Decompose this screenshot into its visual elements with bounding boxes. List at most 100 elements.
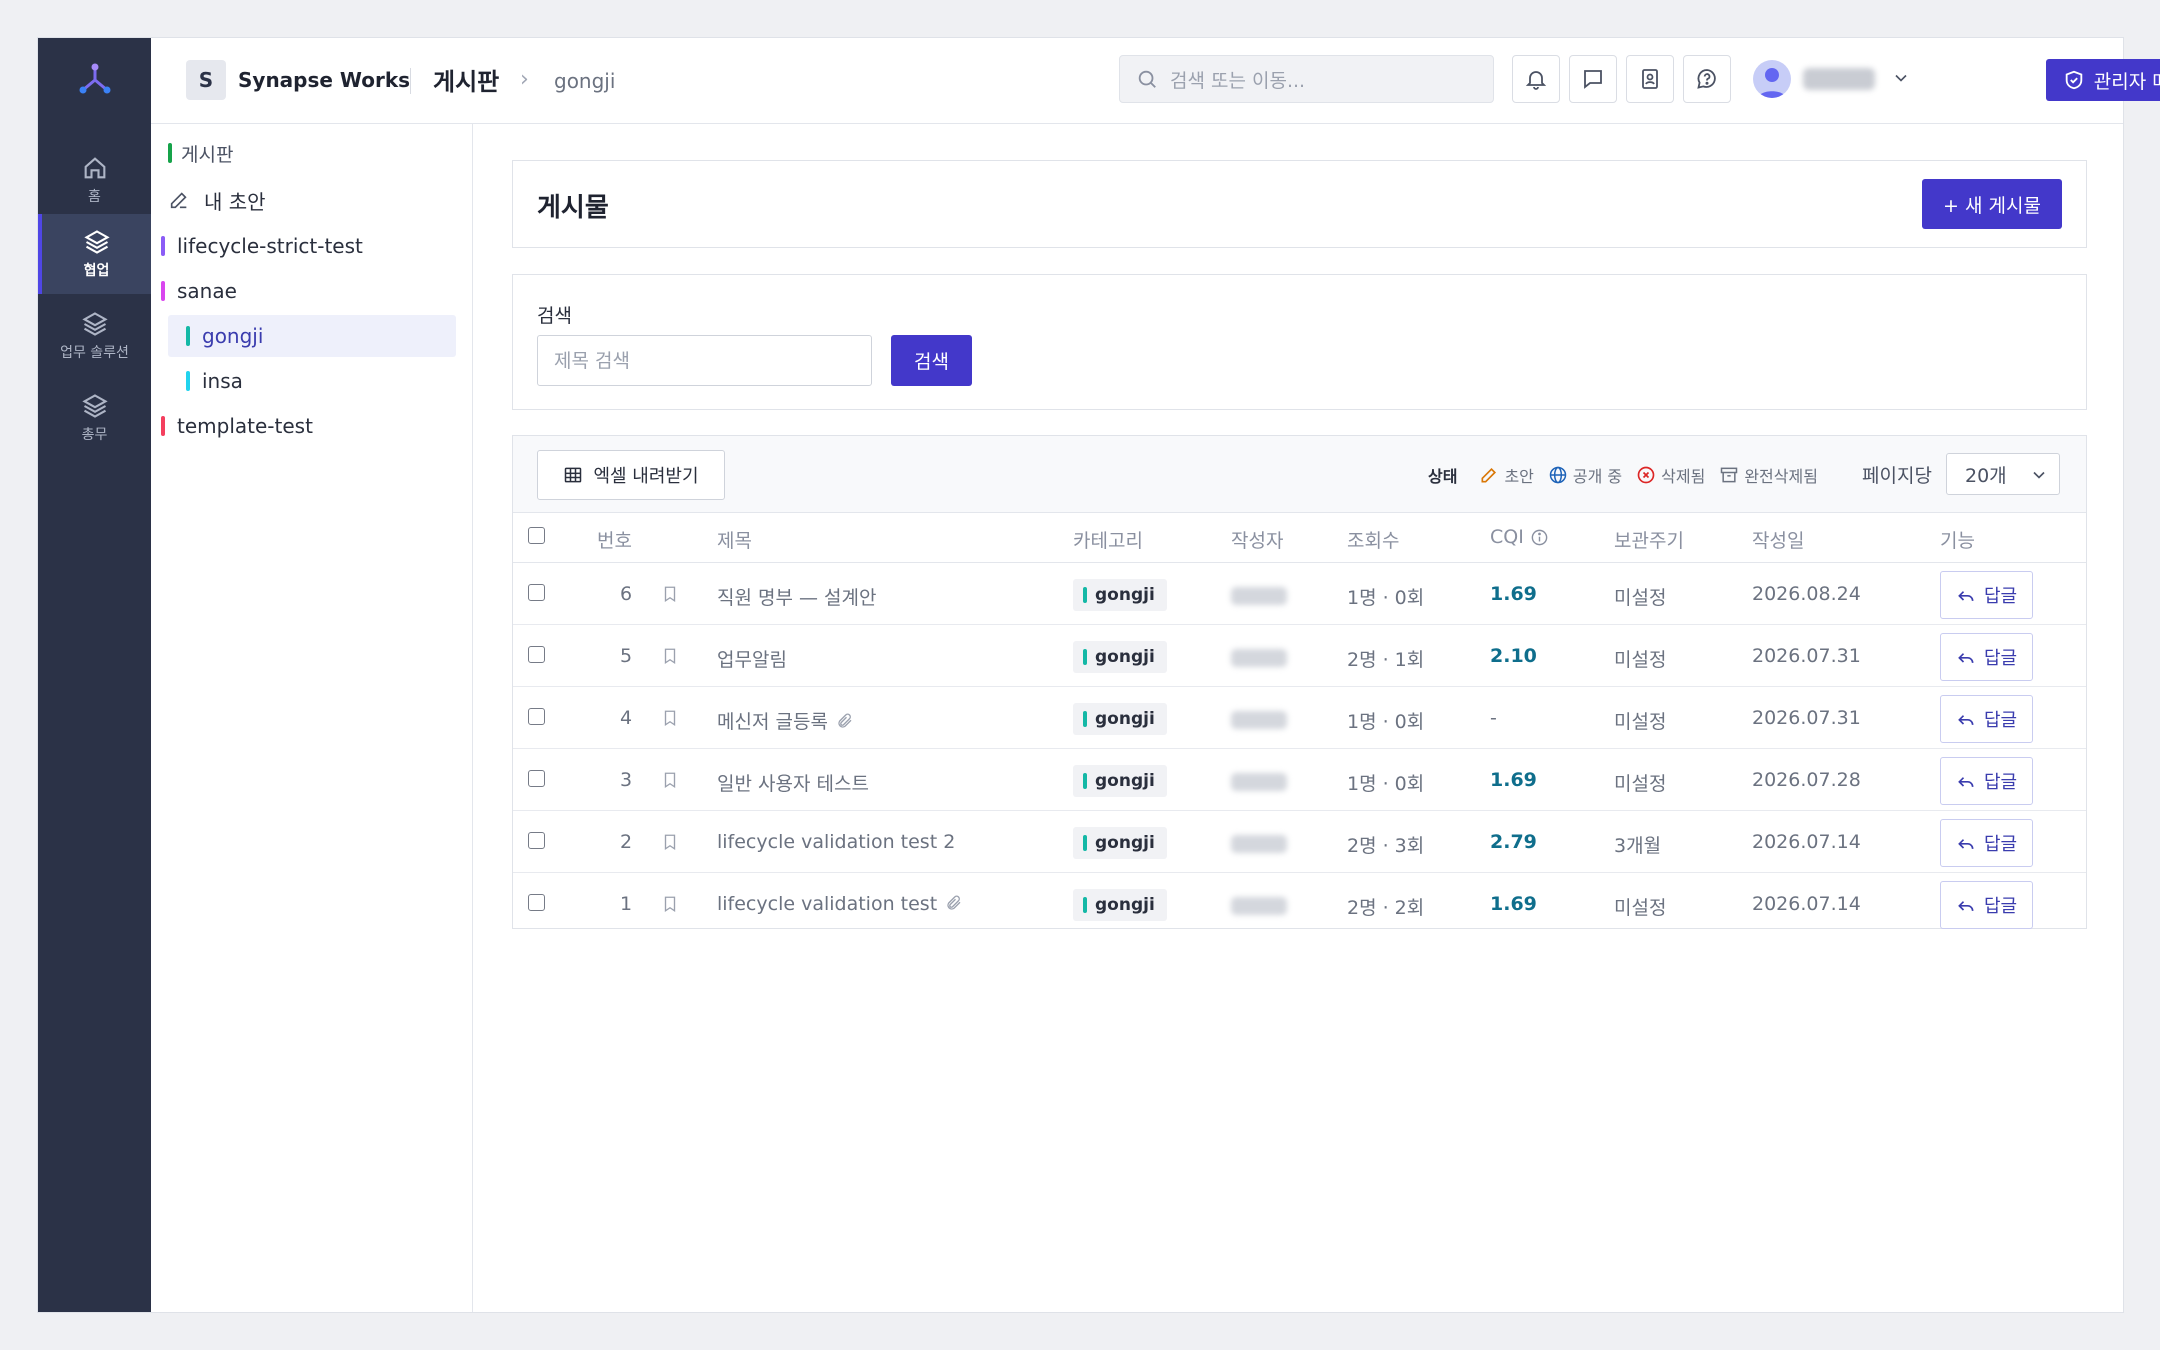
search-icon [1138,70,1156,88]
post-title-link[interactable]: lifecycle validation test 2 [717,831,955,853]
table-row[interactable]: 6 직원 명부 — 설계안 gongji 1명 · 0회 1.69 미설정 20… [513,564,2086,625]
category-badge: gongji [1073,889,1167,921]
sidebar-color-bar [186,371,190,391]
rail-item-collab[interactable]: 협업 [38,214,151,294]
workspace-name[interactable]: Synapse Works [238,68,410,92]
table-row[interactable]: 1 lifecycle validation test gongji 2명 · … [513,874,2086,935]
sidebar-item-template-test[interactable]: template-test [161,405,449,447]
reply-button[interactable]: 답글 [1940,695,2033,743]
status-legend: 상태 초안 공개 중 삭제됨 완전삭제됨 [1428,463,1818,487]
category-badge: gongji [1073,703,1167,735]
column-header-retention[interactable]: 보관주기 [1614,526,1684,553]
legend-draft: 초안 [1479,463,1534,487]
reply-label: 답글 [1983,896,2018,917]
post-title-link[interactable]: 직원 명부 — 설계안 [717,583,876,610]
bookmark-icon[interactable] [661,708,679,728]
posts-table-card: 엑셀 내려받기 상태 초안 공개 중 삭제됨 완전삭제됨 페이지당 20개 번호… [512,435,2087,929]
table-row[interactable]: 5 업무알림 gongji 2명 · 1회 2.10 미설정 2026.07.3… [513,626,2086,687]
pencil-icon [1481,467,1497,483]
app-rail: 홈 협업 업무 솔루션 총무 [38,38,151,1312]
breadcrumb[interactable]: gongji [554,69,615,93]
sidebar-item-board-root[interactable]: 게시판 [168,132,456,174]
table-row[interactable]: 3 일반 사용자 테스트 gongji 1명 · 0회 1.69 미설정 202… [513,750,2086,811]
excel-download-button[interactable]: 엑셀 내려받기 [537,450,725,500]
reply-button[interactable]: 답글 [1940,633,2033,681]
help-button[interactable] [1683,55,1731,103]
reply-arrow-icon [1958,715,1974,725]
column-header-views[interactable]: 조회수 [1347,526,1399,553]
sidebar-item-label: sanae [177,279,237,303]
admin-menu-button[interactable]: 관리자 메뉴 [2046,59,2160,101]
chevron-down-icon[interactable] [1891,68,1911,92]
messages-button[interactable] [1569,55,1617,103]
retention-value: 3개월 [1614,835,1662,857]
row-checkbox[interactable] [528,832,545,849]
column-header-date[interactable]: 작성일 [1752,526,1804,553]
page-title[interactable]: 게시판 [433,62,499,97]
rail-item-general-affairs[interactable]: 총무 [38,378,151,458]
avatar[interactable] [1753,60,1791,98]
info-icon[interactable] [1530,528,1549,547]
row-checkbox[interactable] [528,584,545,601]
contacts-button[interactable] [1626,55,1674,103]
sidebar-item-lifecycle-strict-test[interactable]: lifecycle-strict-test [161,225,449,267]
select-all-checkbox[interactable] [528,527,545,544]
rail-item-business-solution[interactable]: 업무 솔루션 [38,296,151,376]
reply-label: 답글 [1983,648,2018,669]
column-header-category[interactable]: 카테고리 [1073,526,1143,553]
post-title-link[interactable]: 업무알림 [717,645,787,672]
author-redacted [1231,587,1287,605]
reply-button[interactable]: 답글 [1940,571,2033,619]
column-header-cqi[interactable]: CQI [1490,526,1549,548]
bookmark-icon[interactable] [661,894,679,914]
per-page-select[interactable]: 20개 [1946,453,2060,495]
created-date: 2026.07.31 [1752,707,1861,729]
global-search-input[interactable]: 검색 또는 이동... [1119,55,1494,103]
user-name-redacted[interactable] [1803,68,1875,90]
post-title-link[interactable]: 일반 사용자 테스트 [717,769,869,796]
post-title-link[interactable]: 메신저 글등록 [717,707,854,734]
app-logo-icon[interactable] [38,58,151,102]
reply-button[interactable]: 답글 [1940,757,2033,805]
rail-item-home[interactable]: 홈 [38,140,151,220]
spreadsheet-icon [565,467,582,483]
per-page-label: 페이지당 [1862,465,1932,487]
reply-button[interactable]: 답글 [1940,819,2033,867]
paperclip-icon [838,713,852,728]
post-title-link[interactable]: lifecycle validation test [717,893,963,915]
sidebar-item-insa[interactable]: insa [168,360,456,402]
layers-icon [81,312,108,336]
bookmark-icon[interactable] [661,584,679,604]
reply-button[interactable]: 답글 [1940,881,2033,929]
cqi-value: 2.79 [1490,831,1537,853]
bookmark-icon[interactable] [661,646,679,666]
row-checkbox[interactable] [528,646,545,663]
row-checkbox[interactable] [528,770,545,787]
view-count: 2명 · 1회 [1347,649,1425,671]
sidebar-item-sanae[interactable]: sanae [161,270,449,312]
bookmark-icon[interactable] [661,770,679,790]
view-count: 1명 · 0회 [1347,711,1425,733]
global-search-placeholder: 검색 또는 이동... [1170,69,1306,92]
title-search-input[interactable] [537,335,872,386]
table-row[interactable]: 4 메신저 글등록 gongji 1명 · 0회 - 미설정 2026.07.3… [513,688,2086,749]
column-header-author[interactable]: 작성자 [1231,526,1283,553]
notifications-button[interactable] [1512,55,1560,103]
row-checkbox[interactable] [528,708,545,725]
search-button[interactable]: 검색 [891,335,972,386]
table-row[interactable]: 2 lifecycle validation test 2 gongji 2명 … [513,812,2086,873]
sidebar-item-gongji[interactable]: gongji [168,315,456,357]
legend-public: 공개 중 [1548,463,1622,487]
new-post-button[interactable]: + 새 게시물 [1922,179,2062,229]
row-checkbox[interactable] [528,894,545,911]
x-circle-icon [1637,466,1655,484]
workspace-logo[interactable]: S [186,60,226,100]
view-count: 1명 · 0회 [1347,587,1425,609]
app-window: 홈 협업 업무 솔루션 총무 S Synapse Works 게시판 › gon… [37,37,2160,1313]
sidebar-item-my-drafts[interactable]: 내 초안 [168,179,456,221]
bookmark-icon[interactable] [661,832,679,852]
post-number: 2 [620,831,633,853]
column-header-number[interactable]: 번호 [597,526,632,553]
created-date: 2026.07.28 [1752,769,1861,791]
column-header-title[interactable]: 제목 [717,526,752,553]
